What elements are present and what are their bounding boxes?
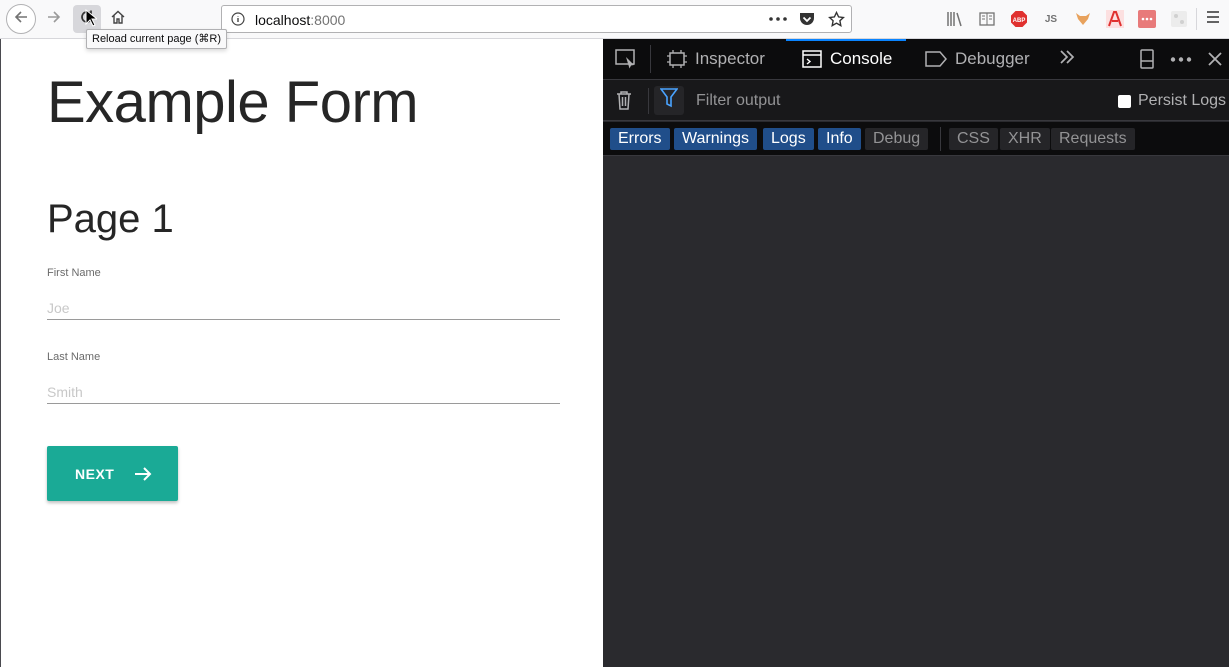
divider bbox=[650, 45, 651, 73]
filter-toggle-button[interactable] bbox=[654, 86, 684, 115]
section-title: Page 1 bbox=[47, 197, 174, 241]
divider bbox=[648, 88, 649, 114]
devtools-tabbar: Inspector Console Debugger bbox=[603, 39, 1229, 80]
more-tabs-button[interactable] bbox=[1059, 39, 1075, 79]
lastpass-icon[interactable] bbox=[1136, 8, 1158, 30]
extension-grid-icon[interactable] bbox=[1168, 8, 1190, 30]
page-content: Example Form Page 1 First Name Last Name… bbox=[0, 39, 603, 667]
devtools-panel: Inspector Console Debugger Filter output… bbox=[603, 39, 1229, 667]
first-name-field: First Name bbox=[47, 263, 560, 320]
hamburger-icon bbox=[1206, 10, 1220, 28]
url-bar[interactable]: localhost:8000 bbox=[221, 5, 852, 33]
tab-debugger[interactable]: Debugger bbox=[925, 39, 1030, 79]
console-icon bbox=[802, 50, 822, 68]
next-button[interactable]: NEXT bbox=[47, 446, 178, 501]
library-icon[interactable] bbox=[944, 8, 966, 30]
inspector-icon bbox=[667, 50, 687, 68]
filter-info[interactable]: Info bbox=[818, 128, 861, 150]
first-name-label: First Name bbox=[47, 267, 101, 279]
arrow-right-icon bbox=[46, 9, 62, 30]
console-filter-bar: Filter output Persist Logs bbox=[603, 80, 1229, 121]
mouse-cursor-icon bbox=[85, 8, 99, 32]
arrow-left-icon bbox=[13, 9, 29, 30]
reader-view-icon[interactable] bbox=[976, 8, 998, 30]
svg-text:ABP: ABP bbox=[1013, 18, 1026, 24]
close-icon[interactable] bbox=[1207, 51, 1223, 67]
pocket-icon[interactable] bbox=[796, 9, 818, 29]
tab-console-label: Console bbox=[830, 49, 893, 68]
next-button-label: NEXT bbox=[75, 465, 115, 482]
persist-logs-checkbox[interactable] bbox=[1118, 94, 1131, 108]
forward-button[interactable] bbox=[40, 5, 68, 33]
persist-logs-toggle[interactable]: Persist Logs bbox=[1118, 92, 1226, 110]
tab-debugger-label: Debugger bbox=[955, 49, 1030, 68]
filter-output-input[interactable]: Filter output bbox=[696, 92, 780, 110]
last-name-input[interactable] bbox=[47, 380, 560, 404]
menu-button[interactable] bbox=[1196, 8, 1220, 30]
url-port: :8000 bbox=[310, 12, 346, 28]
star-icon[interactable] bbox=[825, 9, 847, 29]
arrow-right-icon bbox=[134, 466, 152, 482]
filter-errors[interactable]: Errors bbox=[610, 128, 670, 150]
browser-toolbar: Reload current page (⌘R) localhost:8000 … bbox=[0, 0, 1229, 49]
tab-inspector-label: Inspector bbox=[695, 49, 765, 68]
tab-console[interactable]: Console bbox=[785, 39, 907, 79]
filter-css[interactable]: CSS bbox=[949, 128, 998, 150]
js-extension-label: JS bbox=[1044, 13, 1058, 25]
fox-extension-icon[interactable] bbox=[1072, 8, 1094, 30]
filter-icon bbox=[659, 88, 679, 113]
debugger-icon bbox=[925, 51, 947, 67]
info-icon[interactable] bbox=[231, 12, 245, 31]
first-name-input[interactable] bbox=[47, 296, 560, 320]
filter-requests[interactable]: Requests bbox=[1051, 128, 1135, 150]
filter-warnings[interactable]: Warnings bbox=[674, 128, 757, 150]
divider bbox=[940, 127, 941, 151]
last-name-label: Last Name bbox=[47, 351, 101, 363]
tab-inspector[interactable]: Inspector bbox=[667, 39, 765, 79]
filter-logs[interactable]: Logs bbox=[763, 128, 814, 150]
back-button[interactable] bbox=[6, 4, 36, 34]
page-actions-icon[interactable] bbox=[767, 9, 789, 29]
adobe-icon[interactable] bbox=[1104, 8, 1126, 30]
filter-debug[interactable]: Debug bbox=[865, 128, 929, 150]
url-text[interactable]: localhost:8000 bbox=[255, 12, 345, 28]
element-picker-icon[interactable] bbox=[615, 49, 637, 69]
trash-icon[interactable] bbox=[615, 90, 633, 110]
filter-xhr[interactable]: XHR bbox=[1000, 128, 1050, 150]
last-name-field: Last Name bbox=[47, 347, 560, 404]
persist-logs-label: Persist Logs bbox=[1138, 92, 1227, 109]
dock-side-icon[interactable] bbox=[1140, 49, 1154, 69]
chevron-double-right-icon bbox=[1059, 49, 1075, 69]
adblock-icon[interactable]: ABP bbox=[1008, 8, 1030, 30]
reload-tooltip: Reload current page (⌘R) bbox=[86, 29, 228, 49]
page-title: Example Form bbox=[47, 70, 419, 135]
console-level-filters: Errors Warnings Logs Info Debug CSS XHR … bbox=[603, 122, 1229, 156]
more-options-icon[interactable] bbox=[1170, 57, 1192, 62]
home-icon bbox=[110, 9, 126, 30]
console-output[interactable] bbox=[603, 156, 1229, 667]
js-extension-icon[interactable]: JS bbox=[1040, 8, 1062, 30]
url-host: localhost bbox=[255, 12, 311, 28]
